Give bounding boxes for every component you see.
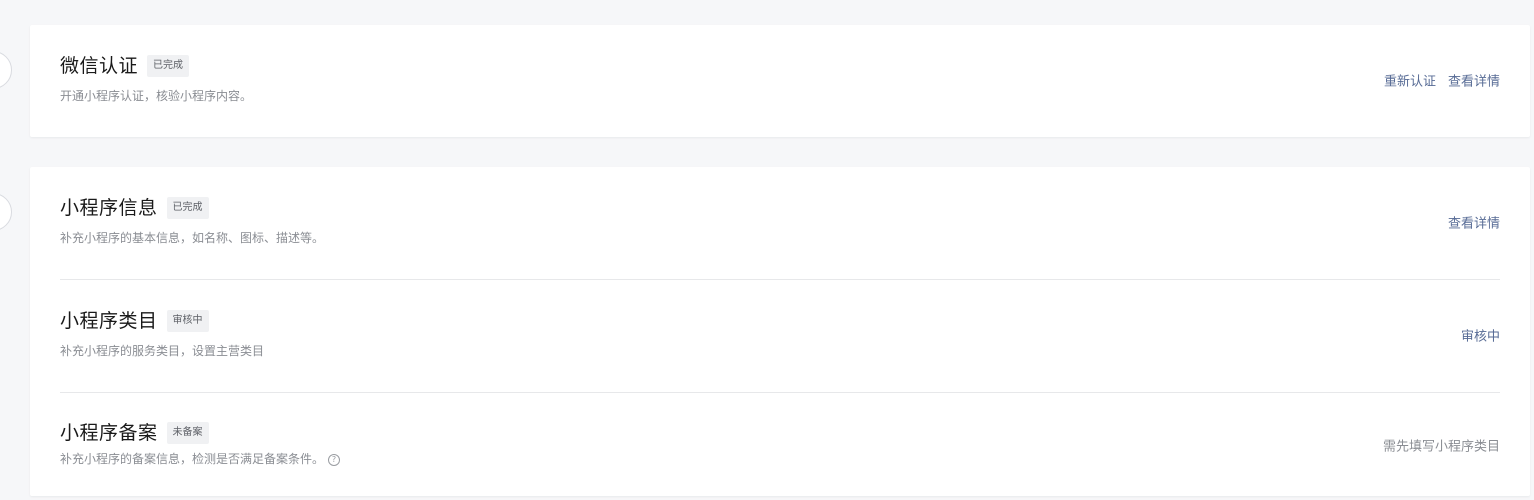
- section-description: 补充小程序的基本信息，如名称、图标、描述等。: [60, 231, 325, 245]
- section-title: 小程序类目: [60, 310, 158, 332]
- actions: 需先填写小程序类目: [1383, 436, 1500, 455]
- section-description: 开通小程序认证，核验小程序内容。: [60, 89, 253, 103]
- status-badge: 未备案: [166, 422, 209, 444]
- section-title: 微信认证: [60, 55, 139, 77]
- section-description-text: 补充小程序的备案信息，检测是否满足备案条件。: [60, 452, 325, 466]
- status-badge: 已完成: [166, 197, 209, 219]
- under-review-link[interactable]: 审核中: [1461, 326, 1500, 345]
- section-title: 小程序信息: [60, 197, 158, 219]
- step-indicator-1: [0, 51, 12, 89]
- actions: 审核中: [1461, 326, 1500, 345]
- section-description: 补充小程序的服务类目，设置主营类目: [60, 344, 265, 358]
- mini-program-filing-row: 小程序备案 未备案 补充小程序的备案信息，检测是否满足备案条件。? 需先填写小程…: [60, 421, 1500, 467]
- mini-program-setup-card: 小程序信息 已完成 补充小程序的基本信息，如名称、图标、描述等。 查看详情 小程…: [30, 167, 1530, 496]
- mini-program-category-row: 小程序类目 审核中 补充小程序的服务类目，设置主营类目 审核中: [60, 309, 1500, 359]
- divider: [60, 279, 1500, 280]
- view-details-link[interactable]: 查看详情: [1448, 213, 1500, 232]
- requires-category-hint: 需先填写小程序类目: [1382, 439, 1500, 455]
- status-badge: 已完成: [147, 55, 190, 77]
- view-details-link[interactable]: 查看详情: [1448, 71, 1500, 90]
- section-description: 补充小程序的备案信息，检测是否满足备案条件。?: [60, 451, 1500, 467]
- wechat-verification-card: 微信认证 已完成 开通小程序认证，核验小程序内容。 重新认证 查看详情: [30, 25, 1530, 137]
- reverify-link[interactable]: 重新认证: [1384, 71, 1436, 90]
- actions: 重新认证 查看详情: [1384, 71, 1500, 90]
- divider: [60, 392, 1500, 393]
- actions: 查看详情: [1448, 213, 1500, 232]
- section-title: 小程序备案: [60, 422, 158, 444]
- mini-program-info-row: 小程序信息 已完成 补充小程序的基本信息，如名称、图标、描述等。 查看详情: [60, 196, 1500, 246]
- wechat-verification-row: 微信认证 已完成 开通小程序认证，核验小程序内容。 重新认证 查看详情: [60, 54, 1500, 104]
- help-icon[interactable]: ?: [328, 453, 341, 466]
- step-indicator-2: [0, 193, 12, 231]
- status-badge: 审核中: [166, 310, 209, 332]
